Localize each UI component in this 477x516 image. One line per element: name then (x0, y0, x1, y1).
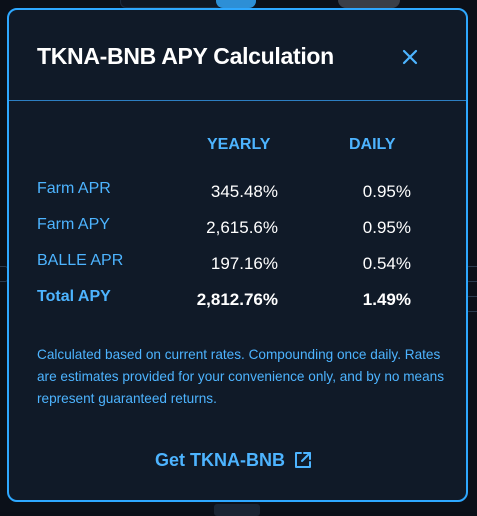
external-link-icon (293, 450, 313, 470)
apy-row-total: Total APY 2,812.76% 1.49% (9, 288, 466, 318)
close-button[interactable] (397, 44, 423, 70)
get-token-label: Get TKNA-BNB (155, 449, 285, 470)
apy-row-balle-apr: BALLE APR 197.16% 0.54% (9, 252, 466, 282)
row-label: Farm APR (37, 180, 111, 197)
row-daily-value: 0.95% (362, 218, 411, 237)
background-toggle-fragment (216, 0, 256, 8)
row-daily-value: 0.95% (362, 182, 411, 201)
column-header-yearly: YEARLY (207, 136, 271, 153)
row-yearly-value: 197.16% (210, 254, 278, 273)
row-label: Farm APY (37, 216, 110, 233)
background-card-fragment (120, 0, 222, 8)
column-header-daily: DAILY (349, 136, 396, 153)
close-icon (402, 49, 418, 65)
modal-title: TKNA-BNB APY Calculation (37, 43, 334, 69)
row-daily-value: 0.54% (362, 254, 411, 273)
apy-calculation-modal: TKNA-BNB APY Calculation YEARLY DAILY Fa… (7, 8, 468, 502)
row-daily-value: 1.49% (362, 290, 411, 309)
apy-row-farm-apy: Farm APY 2,615.6% 0.95% (9, 216, 466, 246)
row-yearly-value: 2,615.6% (206, 218, 278, 237)
apy-row-farm-apr: Farm APR 345.48% 0.95% (9, 180, 466, 210)
row-label: Total APY (37, 288, 111, 305)
modal-header: TKNA-BNB APY Calculation (9, 10, 466, 101)
get-token-link[interactable]: Get TKNA-BNB (155, 447, 313, 473)
row-yearly-value: 2,812.76% (196, 290, 278, 309)
disclaimer-note: Calculated based on current rates. Compo… (37, 347, 445, 406)
background-text-fragment (214, 504, 260, 516)
row-label: BALLE APR (37, 252, 124, 269)
background-button-fragment (338, 0, 400, 8)
row-yearly-value: 345.48% (210, 182, 278, 201)
